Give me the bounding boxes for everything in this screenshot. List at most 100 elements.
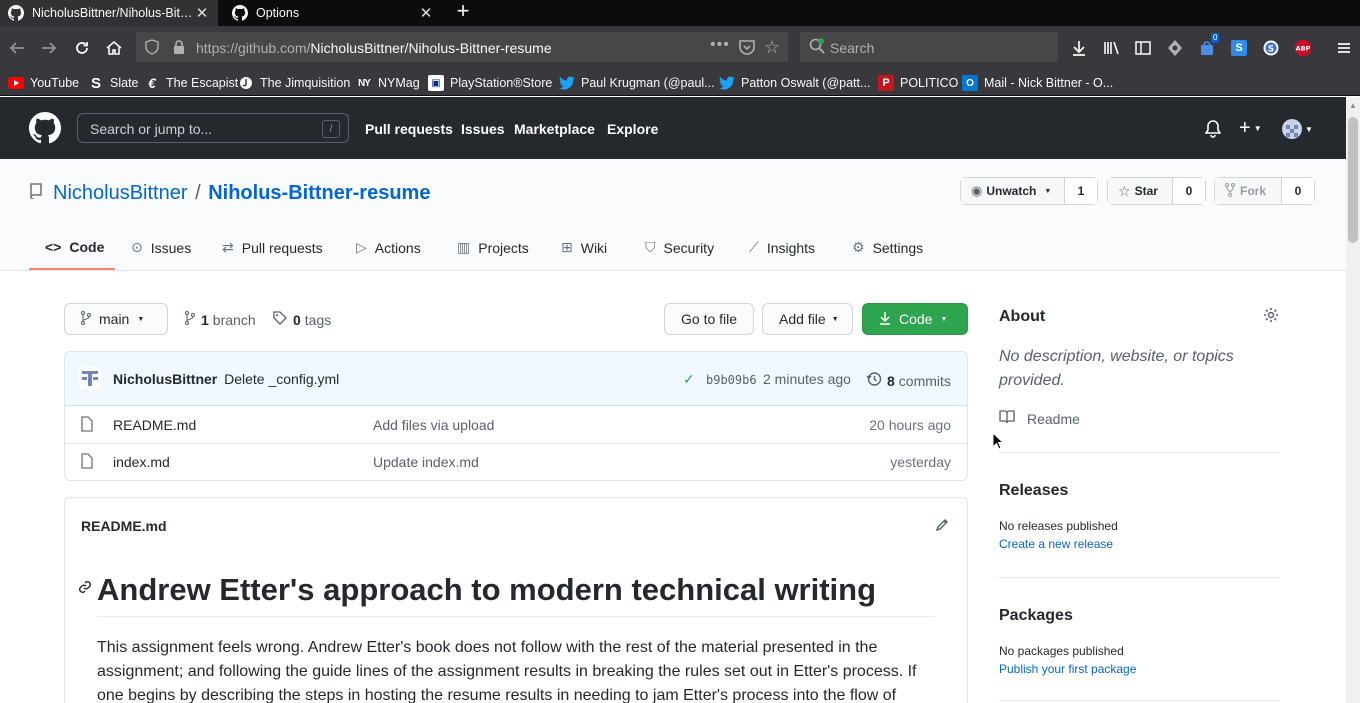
file-icon xyxy=(81,416,93,435)
url-bar[interactable]: https://github.com/NicholusBittner/Nihol… xyxy=(136,32,788,62)
tab-label: Code xyxy=(69,239,105,255)
shield-icon: ⛉ xyxy=(645,239,656,255)
browser-tab-github[interactable]: NicholusBittner/Niholus-Bittner-resume ✕ xyxy=(0,0,218,26)
readme-link[interactable]: Readme xyxy=(999,410,1080,427)
fork-button[interactable]: Fork xyxy=(1215,178,1282,204)
home-icon[interactable] xyxy=(102,36,126,60)
file-commit-time: yesterday xyxy=(890,454,951,470)
search-icon xyxy=(808,37,826,58)
browser-search-box[interactable]: Search xyxy=(800,32,1058,62)
releases-title[interactable]: Releases xyxy=(999,482,1068,500)
browser-toolbar: https://github.com/NicholusBittner/Nihol… xyxy=(0,26,1360,70)
lock-icon[interactable] xyxy=(172,39,186,58)
forks-count[interactable]: 0 xyxy=(1282,178,1314,204)
file-commit-message[interactable]: Add files via upload xyxy=(373,417,494,433)
scroll-up-icon[interactable]: ▲ xyxy=(1349,101,1357,110)
star-button[interactable]: ☆ Star xyxy=(1108,178,1173,204)
tags-link[interactable]: 0 tags xyxy=(273,311,331,328)
nav-marketplace[interactable]: Marketplace xyxy=(514,121,595,137)
new-tab-button[interactable]: + xyxy=(452,0,474,23)
book-icon: ⊞ xyxy=(561,239,573,255)
file-name-link[interactable]: README.md xyxy=(113,417,196,433)
github-logo-icon[interactable] xyxy=(29,112,62,147)
bookmark-youtube[interactable]: YouTube xyxy=(8,75,79,91)
tab-settings[interactable]: ⚙ Settings xyxy=(852,239,923,256)
tracking-shield-icon[interactable] xyxy=(144,39,160,58)
user-menu[interactable]: ▼ xyxy=(1282,119,1313,139)
forward-icon[interactable] xyxy=(37,36,61,60)
bookmark-paul-krugman[interactable]: Paul Krugman (@paul... xyxy=(559,75,715,91)
create-release-link[interactable]: Create a new release xyxy=(999,537,1113,551)
unwatch-button[interactable]: ◉ Unwatch ▼ xyxy=(961,178,1065,204)
repo-name-link[interactable]: Niholus-Bittner-resume xyxy=(208,182,430,204)
page-scrollbar[interactable]: ▲ xyxy=(1346,97,1360,703)
about-section: About No description, website, or topics… xyxy=(999,305,1280,453)
check-icon[interactable]: ✓ xyxy=(683,371,695,388)
pencil-icon[interactable] xyxy=(935,518,949,535)
nav-issues[interactable]: Issues xyxy=(461,121,505,137)
close-tab-icon[interactable]: ✕ xyxy=(194,4,210,22)
bookmark-slate[interactable]: S Slate xyxy=(88,75,139,92)
bookmark-patton-oswalt[interactable]: Patton Oswalt (@patt... xyxy=(719,75,870,91)
caret-down-icon: ▼ xyxy=(940,315,948,323)
playstation-icon: ▣ xyxy=(428,75,444,91)
gear-icon[interactable] xyxy=(1263,307,1279,326)
avatar[interactable] xyxy=(79,367,101,392)
tab-pull-requests[interactable]: ⇄ Pull requests xyxy=(222,239,323,256)
adblock-icon[interactable]: ABP xyxy=(1291,36,1315,60)
commit-message[interactable]: Delete _config.yml xyxy=(224,371,339,387)
bell-icon[interactable] xyxy=(1204,120,1222,141)
tab-security[interactable]: ⛉ Security xyxy=(645,239,714,256)
stargazers-count[interactable]: 0 xyxy=(1173,178,1205,204)
bookmark-playstation-store[interactable]: ▣ PlayStation®Store xyxy=(428,75,552,91)
extension-target-icon[interactable] xyxy=(1163,36,1187,60)
downloads-icon[interactable] xyxy=(1067,36,1091,60)
pocket-icon[interactable] xyxy=(738,38,756,59)
nav-pull-requests[interactable]: Pull requests xyxy=(365,121,453,137)
tab-actions[interactable]: ▷ Actions xyxy=(356,239,421,256)
create-new-menu[interactable]: + ▼ xyxy=(1239,118,1262,138)
close-tab-icon[interactable]: ✕ xyxy=(418,4,434,22)
extension-s-blue-icon[interactable]: S xyxy=(1227,36,1251,60)
tab-insights[interactable]: ⟋ Insights xyxy=(749,239,815,256)
library-icon[interactable] xyxy=(1099,36,1123,60)
active-tab-indicator xyxy=(29,268,115,270)
extension-sync-icon[interactable]: S xyxy=(1259,36,1283,60)
tab-projects[interactable]: ▥ Projects xyxy=(457,239,529,256)
page-actions-icon[interactable]: ••• xyxy=(710,36,730,54)
star-button-group: ☆ Star 0 xyxy=(1107,177,1206,205)
tab-code[interactable]: <> Code xyxy=(45,239,104,255)
bookmark-star-icon[interactable]: ☆ xyxy=(764,37,780,58)
code-download-button[interactable]: Code ▼ xyxy=(862,303,968,335)
back-icon[interactable] xyxy=(5,36,29,60)
repo-owner-link[interactable]: NicholusBittner xyxy=(53,182,188,204)
bookmark-nymag[interactable]: NY NYMag xyxy=(356,75,420,91)
nav-explore[interactable]: Explore xyxy=(607,121,658,137)
bookmark-politico[interactable]: P POLITICO xyxy=(878,75,958,91)
add-file-button[interactable]: Add file ▼ xyxy=(762,303,853,335)
file-icon xyxy=(81,453,93,472)
bookmark-the-jimquisition[interactable]: The Jimquisition xyxy=(238,75,350,91)
bookmark-the-escapist[interactable]: € The Escapist xyxy=(144,75,238,91)
tab-issues[interactable]: ⊙ Issues xyxy=(131,239,191,256)
file-commit-message[interactable]: Update index.md xyxy=(373,454,479,470)
commit-sha[interactable]: b9b09b6 xyxy=(706,373,757,387)
watchers-count[interactable]: 1 xyxy=(1065,178,1097,204)
sidebar-icon[interactable] xyxy=(1131,36,1155,60)
packages-title[interactable]: Packages xyxy=(999,607,1073,625)
scrollbar-thumb[interactable] xyxy=(1348,117,1358,243)
branch-select-button[interactable]: main ▼ xyxy=(64,303,168,335)
reload-icon[interactable] xyxy=(70,36,94,60)
commits-link[interactable]: 8 commits xyxy=(866,371,951,390)
anchor-link-icon[interactable] xyxy=(78,580,92,597)
bookmark-mail[interactable]: O Mail - Nick Bittner - O... xyxy=(962,75,1113,91)
menu-icon[interactable] xyxy=(1332,36,1356,60)
browser-tab-options[interactable]: Options ✕ xyxy=(224,0,442,26)
go-to-file-button[interactable]: Go to file xyxy=(664,303,754,335)
github-search-input[interactable]: Search or jump to... / xyxy=(77,113,349,143)
commit-author[interactable]: NicholusBittner xyxy=(113,371,217,387)
branches-link[interactable]: 1 branch xyxy=(185,311,256,328)
file-name-link[interactable]: index.md xyxy=(113,454,170,470)
tab-wiki[interactable]: ⊞ Wiki xyxy=(561,239,607,256)
publish-package-link[interactable]: Publish your first package xyxy=(999,662,1136,676)
